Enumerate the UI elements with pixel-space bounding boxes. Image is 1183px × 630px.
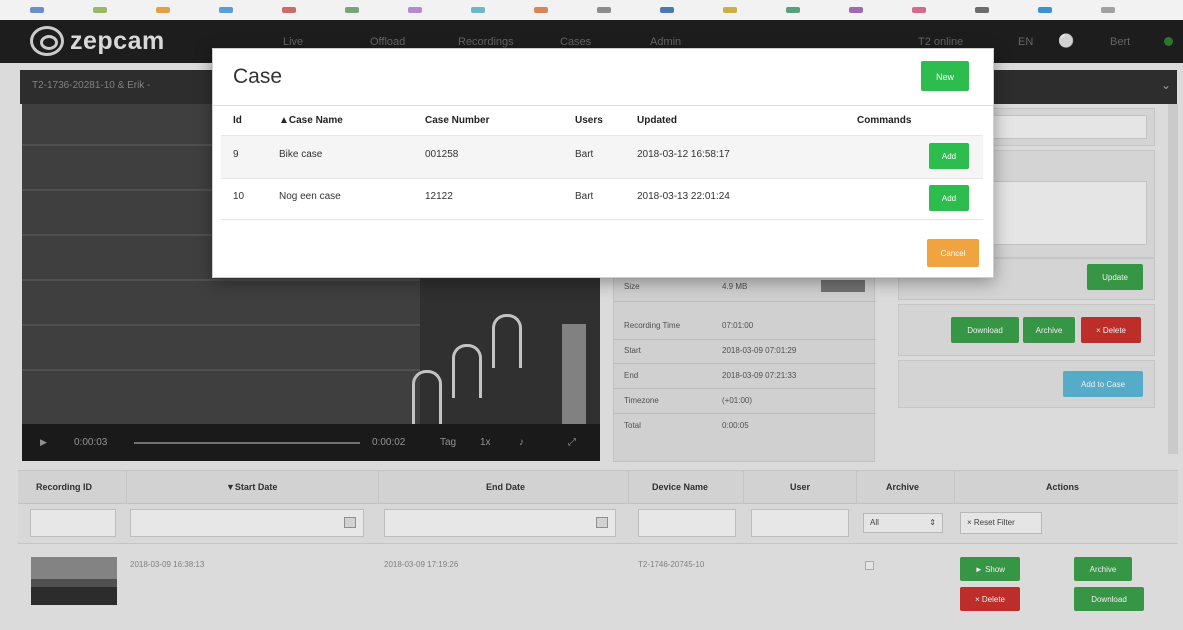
case-number: 001258 xyxy=(425,149,459,160)
bookmark-icon[interactable] xyxy=(1101,7,1115,13)
case-name: Nog een case xyxy=(279,191,341,202)
bookmark-icon[interactable] xyxy=(282,7,296,13)
bookmark-icon[interactable] xyxy=(1038,7,1052,13)
col-users[interactable]: Users xyxy=(575,115,603,126)
bookmark-icon[interactable] xyxy=(597,7,611,13)
col-case-name[interactable]: ▲Case Name xyxy=(279,115,343,126)
bookmark-icon[interactable] xyxy=(408,7,422,13)
table-row xyxy=(221,135,983,178)
bookmark-icon[interactable] xyxy=(723,7,737,13)
case-users: Bart xyxy=(575,191,594,202)
case-users: Bart xyxy=(575,149,594,160)
col-commands: Commands xyxy=(857,115,912,126)
case-number: 12122 xyxy=(425,191,453,202)
modal-title: Case xyxy=(233,65,283,88)
bookmark-icon[interactable] xyxy=(786,7,800,13)
bookmark-icon[interactable] xyxy=(534,7,548,13)
add-case-button[interactable]: Add xyxy=(929,185,969,211)
col-updated[interactable]: Updated xyxy=(637,115,677,126)
bookmark-icon[interactable] xyxy=(471,7,485,13)
case-id: 10 xyxy=(233,191,245,202)
bookmark-icon[interactable] xyxy=(219,7,233,13)
case-id: 9 xyxy=(233,149,239,160)
cancel-button[interactable]: Cancel xyxy=(927,239,979,267)
case-updated: 2018-03-13 22:01:24 xyxy=(637,191,730,202)
bookmark-icon[interactable] xyxy=(30,7,44,13)
bookmark-icon[interactable] xyxy=(156,7,170,13)
app-page: zepcam Live Offload Recordings Cases Adm… xyxy=(0,0,1183,630)
bookmark-icon[interactable] xyxy=(660,7,674,13)
modal-divider xyxy=(213,105,993,106)
col-case-number[interactable]: Case Number xyxy=(425,115,489,126)
case-name: Bike case xyxy=(279,149,323,160)
bookmark-icon[interactable] xyxy=(912,7,926,13)
bookmark-icon[interactable] xyxy=(93,7,107,13)
case-updated: 2018-03-12 16:58:17 xyxy=(637,149,730,160)
row-divider xyxy=(221,178,983,179)
bookmark-icon[interactable] xyxy=(345,7,359,13)
bookmark-icon[interactable] xyxy=(975,7,989,13)
bookmark-bar xyxy=(0,0,1183,20)
bookmark-icon[interactable] xyxy=(849,7,863,13)
row-divider xyxy=(221,135,983,136)
case-modal: Case New Id ▲Case Name Case Number Users… xyxy=(212,48,994,278)
new-case-button[interactable]: New xyxy=(921,61,969,91)
add-case-button[interactable]: Add xyxy=(929,143,969,169)
col-id[interactable]: Id xyxy=(233,115,242,126)
row-divider xyxy=(221,219,983,220)
